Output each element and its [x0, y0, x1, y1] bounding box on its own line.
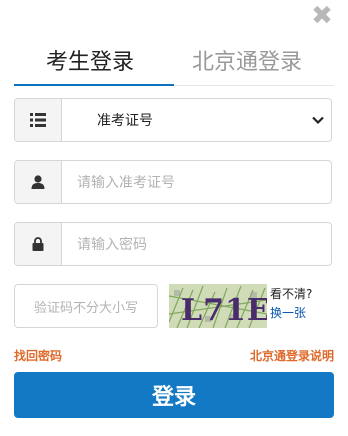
username-placeholder: 请输入准考证号	[77, 175, 175, 191]
close-icon[interactable]: ✖	[310, 3, 334, 29]
forgot-password-link[interactable]: 找回密码	[14, 347, 62, 364]
chevron-down-icon	[312, 116, 324, 125]
bjt-login-help-link[interactable]: 北京通登录说明	[250, 347, 334, 364]
captcha-placeholder: 验证码不分大小写	[33, 300, 138, 316]
active-tab-indicator	[14, 84, 174, 86]
user-icon	[15, 161, 62, 203]
tab-divider	[174, 85, 334, 86]
captcha-image[interactable]: L71E	[169, 284, 267, 328]
tab-candidate-login[interactable]: 考生登录	[46, 48, 134, 78]
id-type-select[interactable]: 准考证号	[14, 98, 332, 142]
login-button[interactable]: 登录	[14, 372, 334, 418]
captcha-hint: 看不清?	[270, 287, 313, 301]
tab-bjt-login[interactable]: 北京通登录	[192, 48, 302, 78]
list-icon	[15, 99, 62, 141]
captcha-refresh-link[interactable]: 换一张	[270, 305, 306, 322]
password-placeholder: 请输入密码	[77, 237, 147, 253]
username-field[interactable]: 请输入准考证号	[14, 160, 332, 204]
lock-icon	[15, 223, 62, 265]
password-field[interactable]: 请输入密码	[14, 222, 332, 266]
login-tabs: 考生登录 北京通登录	[14, 48, 334, 88]
id-type-selected: 准考证号	[97, 113, 153, 129]
captcha-input[interactable]: 验证码不分大小写	[14, 284, 158, 328]
captcha-text: L71E	[181, 293, 267, 328]
